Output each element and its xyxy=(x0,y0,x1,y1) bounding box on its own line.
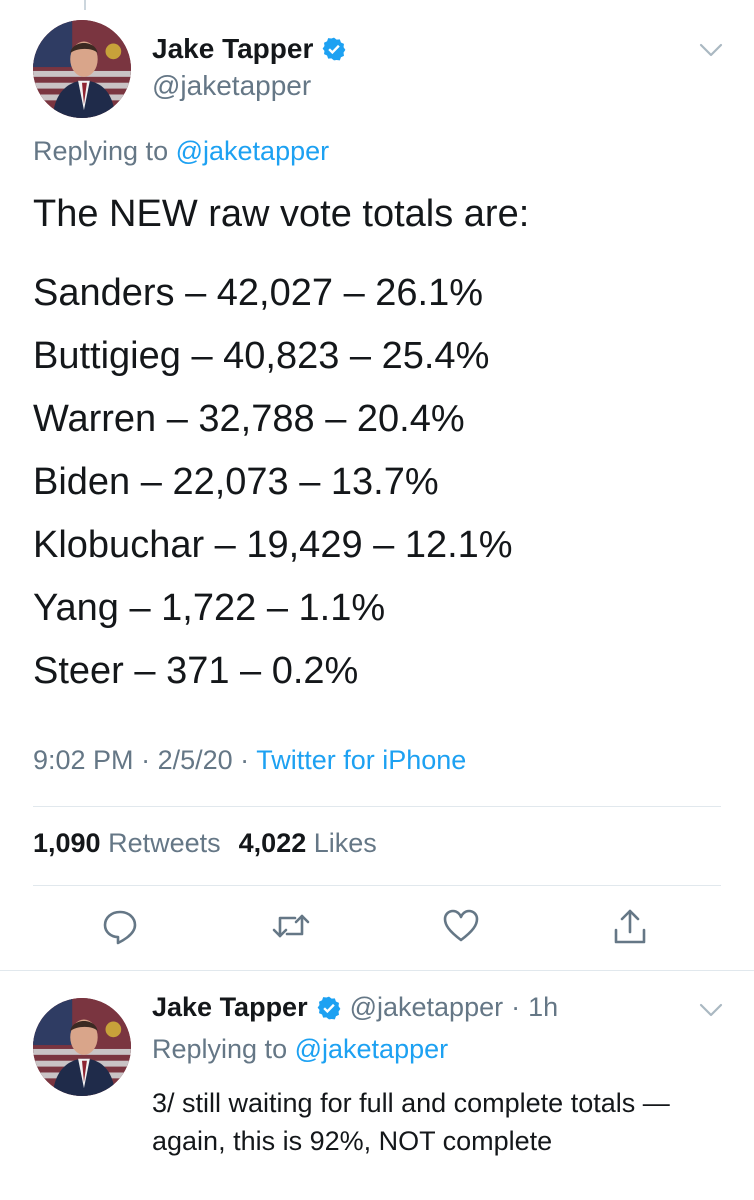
vote-line: Buttigieg – 40,823 – 25.4% xyxy=(33,335,490,377)
avatar[interactable] xyxy=(33,20,131,118)
divider xyxy=(33,806,721,807)
vote-line: Steer – 371 – 0.2% xyxy=(33,650,359,692)
replying-handle-link[interactable]: @jaketapper xyxy=(295,1034,449,1064)
chevron-down-icon[interactable] xyxy=(698,1000,724,1020)
retweet-label: Retweets xyxy=(108,828,221,858)
tweet-date: 2/5/20 xyxy=(157,745,233,775)
vote-line: Klobuchar – 19,429 – 12.1% xyxy=(33,524,513,566)
reply-author-handle[interactable]: @jaketapper xyxy=(350,992,504,1023)
retweet-count: 1,090 xyxy=(33,828,101,858)
tweet-time: 9:02 PM xyxy=(33,745,134,775)
like-button[interactable] xyxy=(441,906,481,946)
tweet-stats: 1,090 Retweets 4,022 Likes xyxy=(33,828,377,859)
reply-age: 1h xyxy=(528,992,559,1022)
share-icon xyxy=(614,909,646,944)
tweet-action-bar xyxy=(0,906,754,958)
vote-line: Yang – 1,722 – 1.1% xyxy=(33,587,386,629)
meta-separator: · xyxy=(240,745,257,775)
tweet-meta: 9:02 PM · 2/5/20 · Twitter for iPhone xyxy=(33,745,466,776)
chevron-down-icon[interactable] xyxy=(698,40,724,60)
vote-line: Biden – 22,073 – 13.7% xyxy=(33,461,439,503)
like-label: Likes xyxy=(313,828,377,858)
replying-prefix: Replying to xyxy=(152,1034,288,1064)
divider xyxy=(33,885,721,886)
reply-text: 3/ still waiting for full and complete t… xyxy=(152,1088,670,1156)
verified-badge-icon xyxy=(317,996,340,1019)
reply-avatar[interactable] xyxy=(33,998,131,1096)
thread-line xyxy=(84,0,86,10)
tweet-intro: The NEW raw vote totals are: xyxy=(33,193,530,235)
like-count: 4,022 xyxy=(238,828,307,858)
vote-line: Warren – 32,788 – 20.4% xyxy=(33,398,465,440)
author-name-row[interactable]: Jake Tapper xyxy=(152,33,347,65)
replying-handle-link[interactable]: @jaketapper xyxy=(176,136,330,166)
reply-replying-to: Replying to @jaketapper xyxy=(152,1034,448,1065)
likes-stat[interactable]: 4,022 Likes xyxy=(239,828,377,859)
reply-button[interactable] xyxy=(100,906,140,946)
retweet-button[interactable] xyxy=(271,906,311,946)
meta-separator: · xyxy=(511,992,521,1022)
reply-header: Jake Tapper @jaketapper · 1h xyxy=(152,992,558,1023)
retweets-stat[interactable]: 1,090 Retweets xyxy=(33,828,221,859)
replying-prefix: Replying to xyxy=(33,136,169,166)
verified-badge-icon xyxy=(322,37,346,61)
avatar-image xyxy=(33,20,131,118)
meta-separator: · xyxy=(141,745,158,775)
section-divider xyxy=(0,970,754,971)
vote-list: Sanders – 42,027 – 26.1% Buttigieg – 40,… xyxy=(33,268,513,709)
tweet-source-link[interactable]: Twitter for iPhone xyxy=(256,745,466,775)
share-button[interactable] xyxy=(610,906,650,946)
reply-author-name[interactable]: Jake Tapper xyxy=(152,992,308,1023)
author-handle[interactable]: @jaketapper xyxy=(152,70,311,102)
replying-to: Replying to @jaketapper xyxy=(33,136,329,167)
author-name[interactable]: Jake Tapper xyxy=(152,33,313,65)
vote-line: Sanders – 42,027 – 26.1% xyxy=(33,272,484,314)
heart-icon xyxy=(443,909,479,942)
retweet-icon xyxy=(272,914,310,938)
avatar-image xyxy=(33,998,131,1096)
reply-icon xyxy=(103,910,137,945)
